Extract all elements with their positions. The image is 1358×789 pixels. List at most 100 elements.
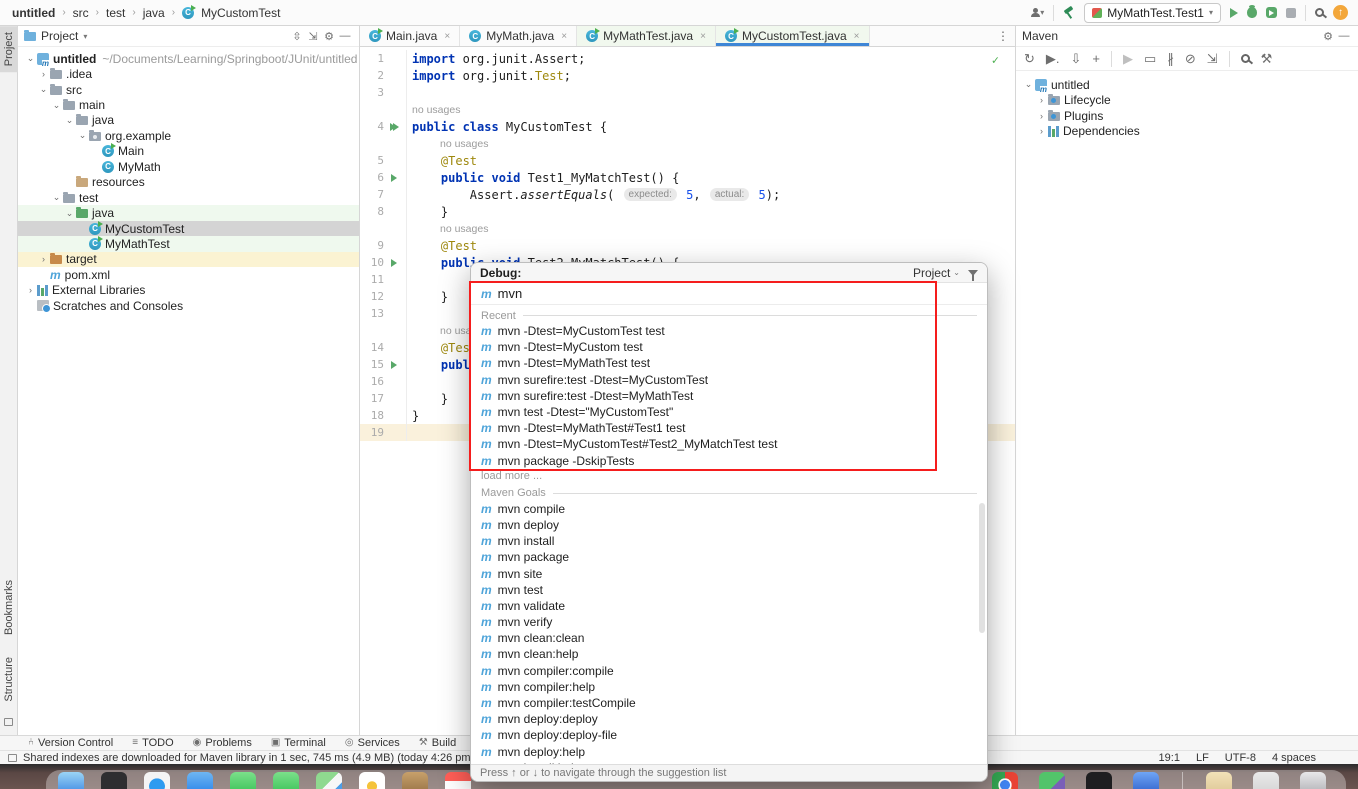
load-more-link[interactable]: load more ... [471, 469, 987, 483]
scope-selector[interactable]: Project [913, 266, 950, 280]
stop-button[interactable] [1286, 7, 1296, 18]
dock-safari[interactable] [144, 772, 170, 789]
recent-command-item[interactable]: m mvn test -Dtest="MyCustomTest" [471, 404, 987, 420]
recent-command-item[interactable]: m mvn -Dtest=MyCustomTest#Test2_MyMatchTe… [471, 436, 987, 452]
caret-position[interactable]: 19:1 [1159, 752, 1180, 764]
tab-mymath-java[interactable]: C MyMath.java × [460, 26, 578, 46]
command-input[interactable]: m mvn [471, 283, 987, 305]
maven-goal-item[interactable]: m mvn deploy:deploy-file [471, 727, 987, 743]
run-button[interactable] [1230, 7, 1238, 18]
recent-command-item[interactable]: m mvn surefire:test -Dtest=MyMathTest [471, 388, 987, 404]
recent-command-item[interactable]: m mvn surefire:test -Dtest=MyCustomTest [471, 372, 987, 388]
popup-scrollbar[interactable] [979, 503, 985, 633]
run-gutter-icon[interactable] [384, 122, 404, 131]
tree-chevron-icon[interactable]: › [24, 285, 37, 295]
maven-goal-item[interactable]: m mvn compiler:help [471, 679, 987, 695]
dock-app-blue[interactable] [1133, 772, 1159, 789]
project-item-mycustomtest[interactable]: C MyCustomTest [18, 220, 359, 237]
breadcrumb-item-untitled[interactable]: untitled [12, 6, 55, 20]
filter-funnel-icon[interactable] [968, 269, 978, 281]
run-icon[interactable]: ▶ [1123, 51, 1133, 67]
maven-item-lifecycle[interactable]: › Lifecycle [1016, 92, 1358, 107]
usages-inlay-hint[interactable]: no usages [412, 104, 460, 116]
code-line-6[interactable]: 6 public void Test1_MyMatchTest() { [360, 169, 1015, 186]
toolwindow-button-project[interactable]: Project [0, 26, 18, 73]
coverage-button[interactable] [1266, 7, 1277, 18]
maven-item-plugins[interactable]: › Plugins [1016, 108, 1358, 123]
dock-app-green[interactable] [1039, 772, 1065, 789]
maven-goal-item[interactable]: m mvn clean:clean [471, 630, 987, 646]
project-panel-title[interactable]: Project [41, 29, 78, 43]
code-line-8[interactable]: 8 } [360, 203, 1015, 220]
maven-goal-item[interactable]: m mvn deploy:help [471, 744, 987, 760]
dock-finder[interactable] [58, 772, 84, 789]
tree-chevron-icon[interactable]: ⌄ [24, 53, 37, 64]
toolwindow-button-build[interactable]: ⚒ Build [419, 737, 456, 749]
tree-chevron-icon[interactable]: ⌄ [1022, 79, 1035, 90]
project-item-pom-xml[interactable]: m pom.xml [18, 267, 359, 282]
dock-facetime[interactable] [230, 772, 256, 789]
offline-icon[interactable]: ⊘ [1185, 51, 1196, 67]
options-gear-icon[interactable]: ⚙ [321, 30, 337, 43]
maven-goal-item[interactable]: m mvn deploy [471, 517, 987, 533]
recent-command-item[interactable]: m mvn -Dtest=MyMathTest test [471, 355, 987, 371]
tree-chevron-icon[interactable]: › [1035, 126, 1048, 136]
usages-inlay-hint[interactable]: no usages [440, 223, 488, 235]
indent-setting[interactable]: 4 spaces [1272, 752, 1316, 764]
project-item-untitled[interactable]: ⌄ untitled ~/Documents/Learning/Springboot… [18, 51, 359, 67]
tab-mymathtest-java[interactable]: C MyMathTest.java × [577, 26, 716, 46]
tree-chevron-icon[interactable]: › [1035, 111, 1048, 121]
project-item--idea[interactable]: › .idea [18, 66, 359, 81]
search-everywhere-icon[interactable] [1315, 8, 1324, 17]
project-item-target[interactable]: › target [18, 251, 359, 268]
maven-goal-item[interactable]: m mvn package [471, 549, 987, 565]
collapse-all-icon[interactable]: ⇲ [1207, 51, 1218, 67]
dock-notes[interactable] [402, 772, 428, 789]
tab-close-icon[interactable]: × [854, 31, 860, 42]
code-line-1[interactable]: 1 import org.junit.Assert; [360, 50, 1015, 67]
tree-chevron-icon[interactable]: ⌄ [37, 84, 50, 95]
dock-chrome[interactable] [992, 772, 1018, 789]
maven-goal-item[interactable]: m mvn validate [471, 598, 987, 614]
project-item-org-example[interactable]: ⌄ org.example [18, 128, 359, 143]
hide-panel-icon[interactable]: — [337, 30, 353, 42]
run-gutter-icon[interactable] [384, 360, 404, 369]
toolwindow-button-structure[interactable]: Structure [3, 651, 15, 708]
project-item-mymathtest[interactable]: C MyMathTest [18, 235, 359, 252]
maven-goal-item[interactable]: m mvn verify [471, 614, 987, 630]
execute-goal-icon[interactable]: ▶. [1046, 51, 1060, 67]
tree-chevron-icon[interactable]: › [1035, 95, 1048, 105]
project-item-mymath[interactable]: C MyMath [18, 159, 359, 174]
dock-launchpad[interactable] [101, 772, 127, 789]
maven-item-untitled[interactable]: ⌄ untitled [1016, 77, 1358, 93]
run-gutter-icon[interactable] [384, 258, 404, 267]
scroll-from-source-icon[interactable]: ⇳ [289, 30, 305, 43]
maven-goal-item[interactable]: m mvn clean:help [471, 646, 987, 662]
breadcrumb-item-java[interactable]: java [143, 6, 165, 20]
tree-chevron-icon[interactable]: ⌄ [63, 208, 76, 219]
code-line-3[interactable]: 3 [360, 84, 1015, 101]
maven-goal-item[interactable]: m mvn compile [471, 501, 987, 517]
toolwindow-switcher-icon[interactable] [4, 718, 13, 726]
maven-item-dependencies[interactable]: › Dependencies [1016, 123, 1358, 138]
code-line-9[interactable]: 9 @Test [360, 237, 1015, 254]
open-terminal-icon[interactable]: ▭ [1144, 51, 1156, 67]
download-sources-icon[interactable]: ⇩ [1071, 51, 1082, 67]
chevron-down-icon[interactable]: ⌄ [953, 268, 960, 277]
run-configuration-combo[interactable]: MyMathTest.Test1 ▾ [1084, 2, 1221, 23]
recent-command-item[interactable]: m mvn -Dtest=MyCustom test [471, 339, 987, 355]
maven-settings-icon[interactable]: ⚒ [1261, 51, 1273, 67]
project-item-resources[interactable]: resources [18, 175, 359, 190]
maven-goal-item[interactable]: m mvn install [471, 533, 987, 549]
code-line-2[interactable]: 2 import org.junit. Test; [360, 67, 1015, 84]
tab-close-icon[interactable]: × [444, 31, 450, 42]
dock-trash[interactable] [1300, 772, 1326, 789]
dock-maps[interactable] [316, 772, 342, 789]
dock-mail[interactable] [187, 772, 213, 789]
refresh-icon[interactable]: ↻ [1024, 51, 1035, 67]
profile-menu-button[interactable]: ▾ [1031, 8, 1044, 17]
dock-intellij[interactable] [1086, 772, 1112, 789]
toolwindow-button-todo[interactable]: ≡ TODO [132, 737, 173, 749]
tab-mycustomtest-java[interactable]: C MyCustomTest.java × [715, 26, 870, 46]
line-ending[interactable]: LF [1196, 752, 1209, 764]
